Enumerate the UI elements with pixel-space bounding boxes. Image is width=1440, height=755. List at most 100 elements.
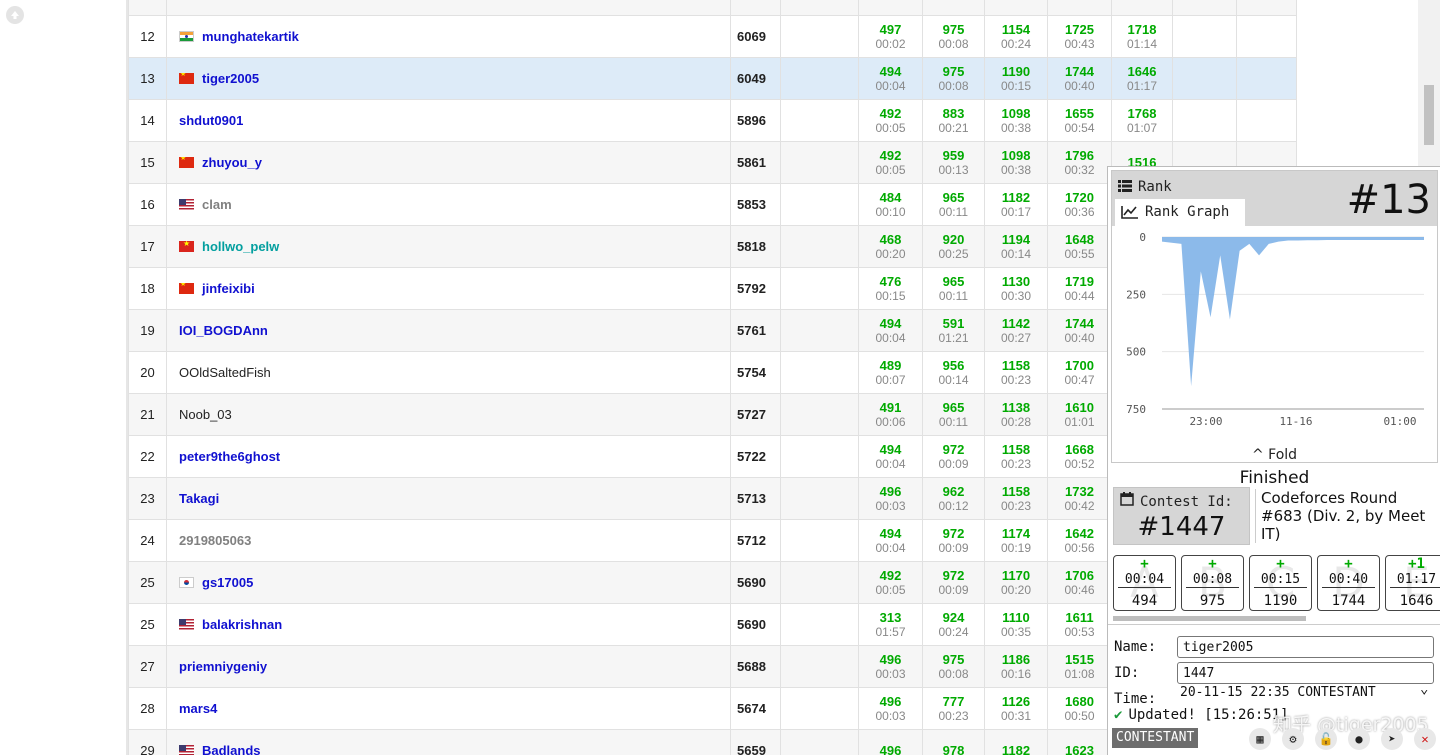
problem-cell[interactable]: 494 00:04	[858, 309, 923, 352]
problem-cell[interactable]: 956 00:14	[922, 351, 985, 394]
tab-rank-graph[interactable]: Rank Graph	[1115, 199, 1245, 226]
user-icon[interactable]: ●	[1348, 728, 1370, 750]
handle-link[interactable]: munghatekartik	[202, 29, 299, 44]
id-input[interactable]: 1447	[1177, 662, 1434, 684]
scroll-up-icon[interactable]	[6, 6, 24, 24]
handle-link[interactable]: shdut0901	[179, 113, 243, 128]
time-select[interactable]: 20-11-15 22:35 CONTESTANT	[1180, 685, 1376, 700]
problem-cell[interactable]: 492 00:05	[858, 561, 923, 604]
problem-cell[interactable]: 1642 00:56	[1047, 519, 1112, 562]
problem-cell[interactable]: 497 00:02	[858, 15, 923, 58]
handle-link[interactable]: Badlands	[202, 743, 261, 755]
problem-cell[interactable]: 496	[858, 729, 923, 755]
problem-cell[interactable]: 1158 00:23	[984, 351, 1048, 394]
handle-link[interactable]: hollwo_pelw	[202, 239, 279, 254]
problem-cell[interactable]: 972 00:09	[922, 519, 985, 562]
handle-link[interactable]: balakrishnan	[202, 617, 282, 632]
problem-cell[interactable]: 1194 00:14	[984, 225, 1048, 268]
problem-cell[interactable]: 965 00:11	[922, 183, 985, 226]
handle-link[interactable]: 2919805063	[179, 533, 251, 548]
tab-rank[interactable]: Rank	[1118, 179, 1172, 196]
handle-link[interactable]: gs17005	[202, 575, 253, 590]
handle-link[interactable]: clam	[202, 197, 232, 212]
handle-link[interactable]: zhuyou_y	[202, 155, 262, 170]
problem-cell[interactable]: 975 00:08	[922, 57, 985, 100]
handle-link[interactable]: mars4	[179, 701, 217, 716]
problem-cell[interactable]: 489 00:07	[858, 351, 923, 394]
problem-cell[interactable]: 972 00:09	[922, 435, 985, 478]
problem-cell[interactable]: 591 01:21	[922, 309, 985, 352]
handle-link[interactable]: tiger2005	[202, 71, 259, 86]
problem-cell[interactable]: 1138 00:28	[984, 393, 1048, 436]
fold-button[interactable]: ^ Fold	[1112, 447, 1437, 463]
problem-cell[interactable]: 496 00:03	[858, 645, 923, 688]
problem-cell[interactable]: 1646 01:17	[1111, 57, 1173, 100]
contestant-button[interactable]: CONTESTANT	[1112, 728, 1199, 748]
scrollbar-thumb[interactable]	[1424, 85, 1434, 145]
problem-cell[interactable]: 1182 00:17	[984, 183, 1048, 226]
problem-cell[interactable]: 962 00:12	[922, 477, 985, 520]
problem-cell[interactable]: 494 00:04	[858, 435, 923, 478]
problem-cell[interactable]: 1142 00:27	[984, 309, 1048, 352]
problem-cell[interactable]: 924 00:24	[922, 603, 985, 646]
handle-link[interactable]: peter9the6ghost	[179, 449, 280, 464]
problem-cell[interactable]: 468 00:20	[858, 225, 923, 268]
problem-cell[interactable]: 1130 00:30	[984, 267, 1048, 310]
page-scrollbar[interactable]	[1418, 0, 1440, 170]
problem-cell[interactable]: 00:39	[1047, 0, 1112, 16]
problem-cell[interactable]: 1668 00:52	[1047, 435, 1112, 478]
problem-cell[interactable]: 1719 00:44	[1047, 267, 1112, 310]
problem-box[interactable]: E +1 01:17 1646	[1385, 555, 1440, 611]
problem-cell[interactable]: 1190 00:15	[984, 57, 1048, 100]
problem-cell[interactable]: 1680 00:50	[1047, 687, 1112, 730]
close-icon[interactable]: ✕	[1414, 728, 1436, 750]
problem-cell[interactable]: 920 00:25	[922, 225, 985, 268]
problem-cell[interactable]: 494 00:04	[858, 519, 923, 562]
problem-cell[interactable]: 1796 00:32	[1047, 141, 1112, 184]
problem-cell[interactable]: 492 00:05	[858, 99, 923, 142]
handle-link[interactable]: jinfeixibi	[202, 281, 255, 296]
problem-cell[interactable]: 00:11	[922, 0, 985, 16]
problem-cell[interactable]: 1158 00:23	[984, 435, 1048, 478]
send-icon[interactable]: ➤	[1381, 728, 1403, 750]
problem-cell[interactable]: 1610 01:01	[1047, 393, 1112, 436]
handle-link[interactable]: priemniygeniy	[179, 659, 267, 674]
problem-cell[interactable]: 1182	[984, 729, 1048, 755]
calculator-icon[interactable]: ▦	[1249, 728, 1271, 750]
problem-cell[interactable]: 313 01:57	[858, 603, 923, 646]
handle-link[interactable]: Noob_03	[179, 407, 232, 422]
handle-link[interactable]: OOldSaltedFish	[179, 365, 271, 380]
problem-cell[interactable]: 496 00:03	[858, 477, 923, 520]
name-input[interactable]: tiger2005	[1177, 636, 1434, 658]
problem-cell[interactable]: 1515 01:08	[1047, 645, 1112, 688]
problem-cell[interactable]: 1744 00:40	[1047, 57, 1112, 100]
problem-cell[interactable]: 01:06	[1111, 0, 1173, 16]
problem-cell[interactable]: 484 00:10	[858, 183, 923, 226]
handle-link[interactable]: IOI_BOGDAnn	[179, 323, 268, 338]
problem-box[interactable]: A +00:04 494	[1113, 555, 1176, 611]
problem-cell[interactable]: 1623	[1047, 729, 1112, 755]
problem-cell[interactable]: 1611 00:53	[1047, 603, 1112, 646]
problem-cell[interactable]: 1186 00:16	[984, 645, 1048, 688]
problem-cell[interactable]: 975 00:08	[922, 645, 985, 688]
problem-cell[interactable]: 965 00:11	[922, 393, 985, 436]
problem-box[interactable]: C +00:15 1190	[1249, 555, 1312, 611]
problem-cell[interactable]: 492 00:05	[858, 141, 923, 184]
gear-icon[interactable]: ⚙	[1282, 728, 1304, 750]
problem-cell[interactable]: 1098 00:38	[984, 99, 1048, 142]
problem-cell[interactable]: 476 00:15	[858, 267, 923, 310]
problem-cell[interactable]: 1718 01:14	[1111, 15, 1173, 58]
problem-cell[interactable]: 975 00:08	[922, 15, 985, 58]
problem-cell[interactable]: 1098 00:38	[984, 141, 1048, 184]
problem-cell[interactable]: 959 00:13	[922, 141, 985, 184]
chevron-down-icon[interactable]: ⌄	[1420, 681, 1428, 697]
handle-link[interactable]: Takagi	[179, 491, 219, 506]
problem-cell[interactable]: 1110 00:35	[984, 603, 1048, 646]
problem-scrollbar[interactable]	[1113, 616, 1306, 621]
problem-cell[interactable]: 1655 00:54	[1047, 99, 1112, 142]
problem-cell[interactable]: 1648 00:55	[1047, 225, 1112, 268]
problem-cell[interactable]: 1154 00:24	[984, 15, 1048, 58]
problem-cell[interactable]: 496 00:03	[858, 687, 923, 730]
problem-cell[interactable]: 1700 00:47	[1047, 351, 1112, 394]
problem-cell[interactable]: 491 00:06	[858, 393, 923, 436]
